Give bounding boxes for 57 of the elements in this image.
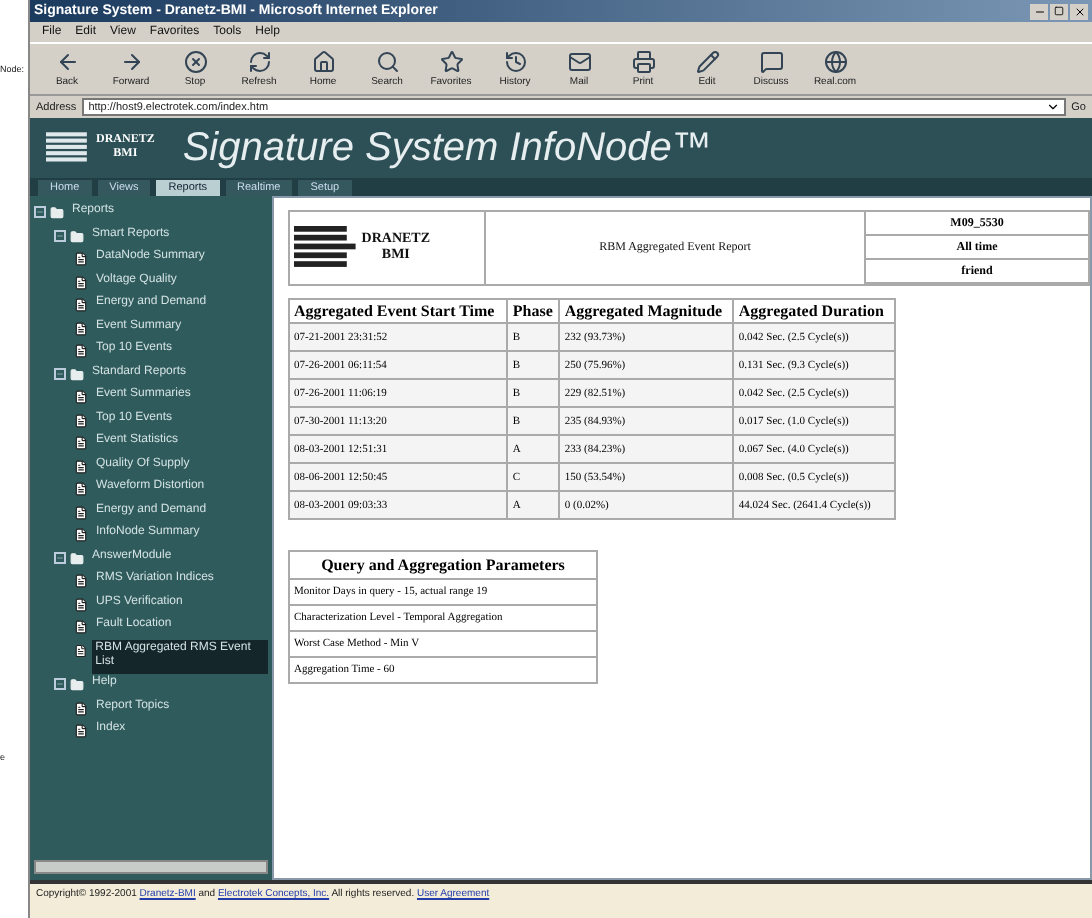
folder-icon [50, 206, 64, 220]
document-icon [74, 275, 88, 289]
document-icon [74, 701, 88, 716]
search-icon [375, 50, 399, 74]
document-icon [74, 505, 88, 519]
scrollbar[interactable] [34, 860, 268, 874]
document-icon [74, 321, 88, 335]
stop-icon [183, 50, 207, 74]
printer-icon [631, 50, 655, 74]
column-header: Aggregated Event Start Time [289, 299, 508, 323]
document-icon [74, 413, 88, 427]
document-icon [74, 643, 88, 657]
minimize-icon [1033, 5, 1045, 17]
back-arrow-icon [55, 50, 79, 74]
globe-icon [823, 50, 847, 74]
mail-icon [567, 50, 591, 74]
column-header: Phase [507, 299, 560, 323]
logo-icon [46, 132, 90, 164]
document-icon [74, 724, 88, 739]
document-icon [74, 528, 88, 542]
logo-icon [294, 226, 356, 270]
collapse-toggle[interactable] [34, 206, 46, 218]
document-icon [74, 252, 88, 266]
history-icon [503, 50, 527, 74]
app-title: Signature System InfoNode™ [182, 125, 712, 171]
table-header: Query and Aggregation Parameters [289, 551, 597, 579]
close-button[interactable] [1070, 3, 1088, 19]
column-header: Aggregated Duration [733, 299, 895, 323]
collapse-toggle[interactable] [54, 367, 66, 379]
close-icon [1073, 5, 1085, 17]
document-icon [74, 597, 88, 611]
pencil-icon [695, 50, 719, 74]
star-icon [439, 50, 463, 74]
maximize-icon [1054, 6, 1064, 16]
column-header: Aggregated Magnitude [559, 299, 734, 323]
dropdown-icon [1045, 100, 1060, 114]
document-icon [74, 436, 88, 450]
folder-icon [70, 367, 84, 381]
home-icon [311, 50, 335, 74]
collapse-toggle[interactable] [54, 551, 66, 563]
folder-icon [70, 551, 84, 565]
maximize-button[interactable] [1050, 3, 1068, 19]
minimize-button[interactable] [1030, 3, 1048, 19]
folder-icon [70, 229, 84, 243]
document-icon [74, 620, 88, 634]
document-icon [74, 574, 88, 588]
document-icon [74, 298, 88, 312]
document-icon [74, 344, 88, 358]
folder-icon [70, 678, 84, 693]
collapse-toggle[interactable] [54, 678, 66, 691]
refresh-icon [247, 50, 271, 74]
document-icon [74, 482, 88, 496]
document-icon [74, 459, 88, 473]
collapse-toggle[interactable] [54, 229, 66, 241]
speech-bubble-icon [759, 50, 783, 74]
document-icon [74, 390, 88, 404]
forward-arrow-icon [119, 50, 143, 74]
